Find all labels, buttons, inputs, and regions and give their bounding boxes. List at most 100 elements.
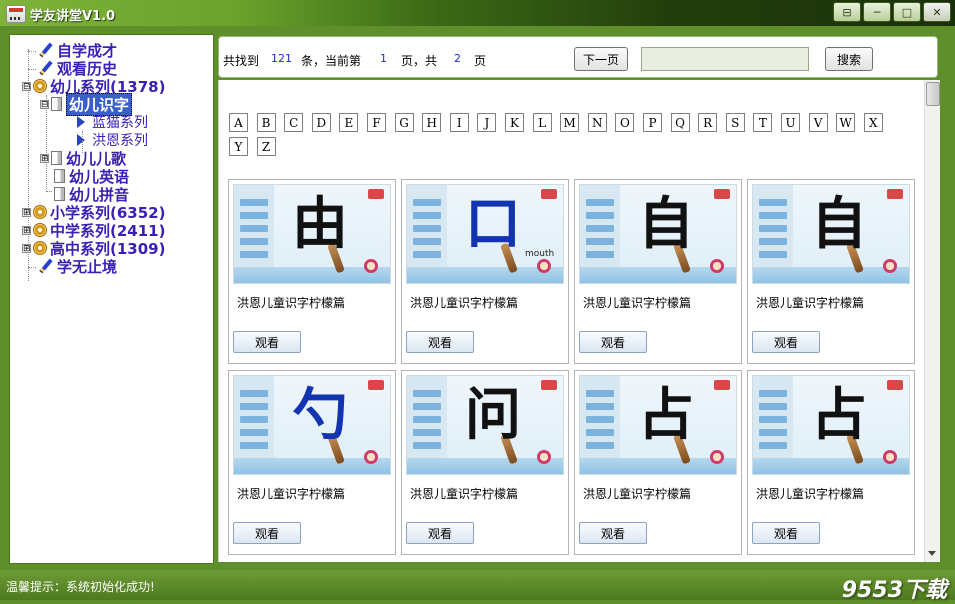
letter-filter-button[interactable]: T bbox=[753, 113, 773, 132]
title-bar: 学友讲堂V1.0 ⊟ ─ □ ✕ bbox=[0, 0, 955, 26]
found-prefix: 共找到 bbox=[223, 54, 260, 68]
tree-item[interactable]: 学无止境 bbox=[38, 257, 118, 276]
close-button[interactable]: ✕ bbox=[923, 2, 951, 22]
tree-connector bbox=[28, 267, 36, 268]
letter-filter-button[interactable]: B bbox=[256, 113, 276, 132]
video-title: 洪恩儿童识字柠檬篇 bbox=[410, 487, 519, 501]
video-card[interactable]: 问洪恩儿童识字柠檬篇观看 bbox=[401, 370, 569, 555]
video-card[interactable]: 占洪恩儿童识字柠檬篇 观看 bbox=[574, 370, 742, 555]
tree-item[interactable]: ⊞ 高中系列(1309) bbox=[22, 239, 165, 258]
video-thumbnail[interactable]: 占 bbox=[752, 375, 910, 475]
thumbnail-character: 口 bbox=[465, 191, 521, 257]
video-card[interactable]: 口 mouth 洪恩儿童识字柠檬篇 观看 bbox=[401, 179, 569, 364]
tree-connector bbox=[46, 95, 47, 189]
tree-item[interactable]: 观看历史 bbox=[38, 59, 117, 78]
video-thumbnail[interactable]: 口 mouth bbox=[406, 184, 564, 284]
thumbnail-character: 占 bbox=[811, 382, 867, 448]
search-input[interactable] bbox=[641, 47, 809, 71]
letter-filter-button[interactable]: N bbox=[587, 113, 607, 132]
expand-toggle-icon[interactable]: ⊞ bbox=[40, 153, 49, 163]
letter-filter-button[interactable]: Y bbox=[229, 137, 248, 156]
minimize-button[interactable]: ─ bbox=[863, 2, 891, 22]
letter-filter-button[interactable]: Q bbox=[670, 113, 690, 132]
expand-toggle-icon[interactable]: ⊞ bbox=[22, 243, 31, 253]
window-title: 学友讲堂V1.0 bbox=[30, 9, 116, 24]
watch-button[interactable]: 观看 bbox=[579, 331, 647, 353]
letter-filter-button[interactable]: D bbox=[311, 113, 331, 132]
letter-filter-button[interactable]: A bbox=[229, 113, 248, 132]
letter-filter-button[interactable]: H bbox=[422, 113, 442, 132]
letter-filter-button[interactable]: U bbox=[781, 113, 800, 132]
pencil-icon bbox=[38, 42, 54, 58]
letter-filter-button[interactable]: X bbox=[863, 113, 883, 132]
page-icon bbox=[54, 169, 65, 183]
tree-item[interactable]: 蓝猫系列 bbox=[76, 113, 148, 131]
letter-filter-button[interactable]: L bbox=[532, 113, 552, 132]
video-card[interactable]: 勺洪恩儿童识字柠檬篇观看 bbox=[228, 370, 396, 555]
tree-item[interactable]: 幼儿英语 bbox=[54, 167, 129, 186]
video-thumbnail[interactable]: 自 bbox=[752, 184, 910, 284]
tree-item[interactable]: 洪恩系列 bbox=[76, 131, 148, 149]
tree-item[interactable]: ⊞ 中学系列(2411) bbox=[22, 221, 165, 240]
tree-item[interactable]: 幼儿拼音 bbox=[54, 185, 129, 204]
scroll-down-icon[interactable] bbox=[928, 551, 936, 556]
video-thumbnail[interactable]: 问 bbox=[406, 375, 564, 475]
disc-icon bbox=[33, 79, 47, 93]
video-card[interactable]: 自洪恩儿童识字柠檬篇观看 bbox=[574, 179, 742, 364]
letter-filter-button[interactable]: I bbox=[449, 113, 469, 132]
letter-filter-button[interactable]: G bbox=[394, 113, 414, 132]
search-button[interactable]: 搜索 bbox=[825, 47, 873, 71]
watch-button[interactable]: 观看 bbox=[579, 522, 647, 544]
brand-watermark: 9553下载 bbox=[841, 578, 947, 603]
scrollbar-thumb[interactable] bbox=[926, 82, 940, 106]
collapse-toggle-icon[interactable]: ⊟ bbox=[22, 81, 31, 91]
maximize-button[interactable]: □ bbox=[893, 2, 921, 22]
video-card[interactable]: 由洪恩儿童识字柠檬篇 观看 bbox=[228, 179, 396, 364]
vertical-scrollbar[interactable] bbox=[924, 80, 940, 562]
watch-button[interactable]: 观看 bbox=[233, 522, 301, 544]
letter-filter-button[interactable]: W bbox=[836, 113, 856, 132]
letter-filter-button[interactable]: R bbox=[698, 113, 718, 132]
next-page-button[interactable]: 下一页 bbox=[574, 47, 628, 71]
tree-item[interactable]: ⊟ 幼儿识字 bbox=[40, 92, 133, 116]
letter-filter-button[interactable]: F bbox=[367, 113, 386, 132]
letter-filter-button[interactable]: P bbox=[643, 113, 662, 132]
thumbnail-character: 占 bbox=[638, 382, 694, 448]
video-thumbnail[interactable]: 由 bbox=[233, 184, 391, 284]
video-thumbnail[interactable]: 勺 bbox=[233, 375, 391, 475]
tree-connector bbox=[28, 69, 36, 70]
tree-item[interactable]: ⊞ 小学系列(6352) bbox=[22, 203, 165, 222]
letter-filter-button[interactable]: M bbox=[560, 113, 580, 132]
expand-toggle-icon[interactable]: ⊞ bbox=[22, 225, 31, 235]
expand-toggle-icon[interactable]: ⊞ bbox=[22, 207, 31, 217]
letter-filter-button[interactable]: V bbox=[808, 113, 828, 132]
video-card[interactable]: 占洪恩儿童识字柠檬篇 观看 bbox=[747, 370, 915, 555]
letter-filter-button[interactable]: E bbox=[339, 113, 359, 132]
page-mid: 页，共 bbox=[401, 54, 438, 68]
thumbnail-character: 问 bbox=[465, 382, 521, 448]
watch-button[interactable]: 观看 bbox=[406, 331, 474, 353]
video-card[interactable]: 自洪恩儿童识字柠檬篇 观看 bbox=[747, 179, 915, 364]
letter-filter-button[interactable]: O bbox=[615, 113, 635, 132]
letter-filter-button[interactable]: C bbox=[284, 113, 304, 132]
watch-button[interactable]: 观看 bbox=[233, 331, 301, 353]
letter-filter-button[interactable]: J bbox=[477, 113, 497, 132]
tree-item[interactable]: 自学成才 bbox=[38, 41, 117, 60]
video-title: 洪恩儿童识字柠檬篇 bbox=[583, 296, 692, 310]
tree-connector bbox=[46, 191, 52, 192]
letter-filter-button[interactable]: S bbox=[725, 113, 745, 132]
watch-button[interactable]: 观看 bbox=[752, 522, 820, 544]
video-thumbnail[interactable]: 占 bbox=[579, 375, 737, 475]
watch-button[interactable]: 观看 bbox=[752, 331, 820, 353]
disc-icon bbox=[33, 241, 47, 255]
status-text: 温馨提示：系统初始化成功! bbox=[6, 580, 155, 594]
letter-filter-button[interactable]: K bbox=[505, 113, 524, 132]
collapse-toggle-icon[interactable]: ⊟ bbox=[40, 99, 49, 109]
video-title: 洪恩儿童识字柠檬篇 bbox=[237, 487, 346, 501]
skin-button[interactable]: ⊟ bbox=[833, 2, 861, 22]
watch-button[interactable]: 观看 bbox=[406, 522, 474, 544]
letter-filter-button[interactable]: Z bbox=[256, 137, 276, 156]
video-thumbnail[interactable]: 自 bbox=[579, 184, 737, 284]
tree-item-label: 学无止境 bbox=[57, 257, 118, 276]
tree-item[interactable]: ⊞ 幼儿儿歌 bbox=[40, 149, 126, 168]
